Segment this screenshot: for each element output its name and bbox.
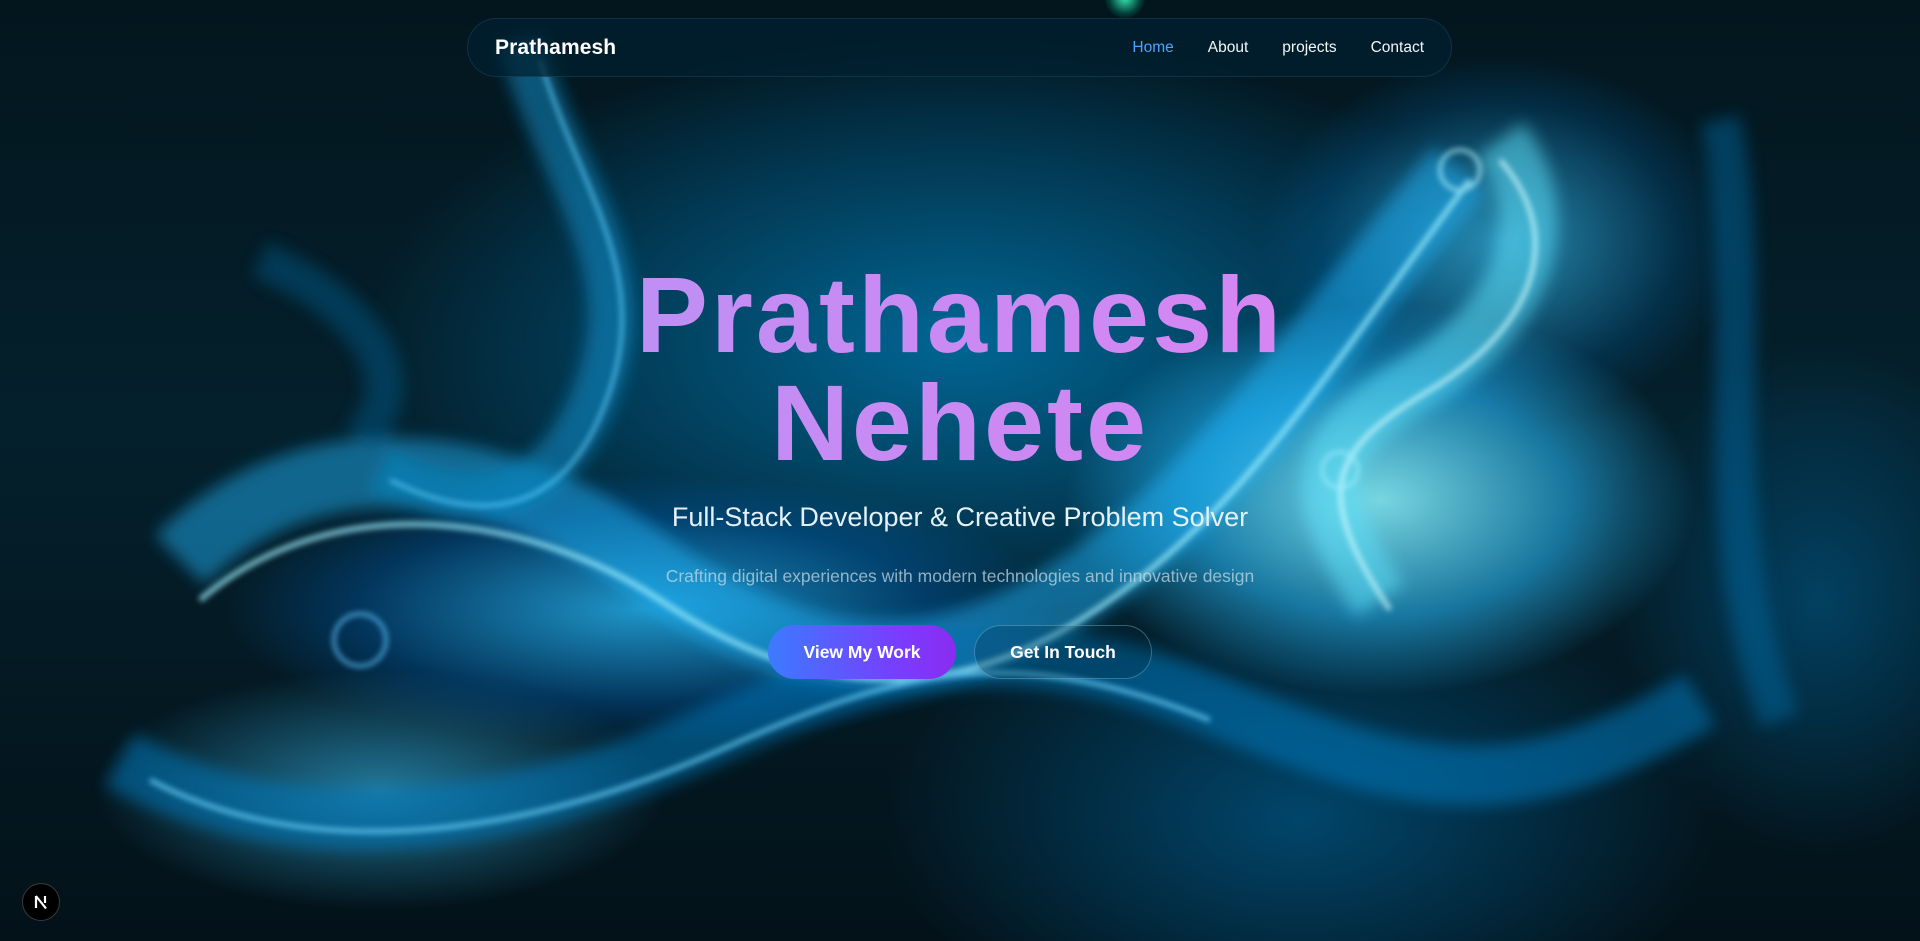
nav-links: Home About projects Contact <box>1098 39 1424 57</box>
nav-link-about[interactable]: About <box>1208 39 1249 57</box>
nav-link-contact[interactable]: Contact <box>1371 39 1424 57</box>
navbar: Prathamesh Home About projects Contact <box>467 18 1452 77</box>
nav-link-projects[interactable]: projects <box>1282 39 1336 57</box>
brand-logo-text[interactable]: Prathamesh <box>495 36 616 60</box>
hero-tagline: Crafting digital experiences with modern… <box>665 566 1255 586</box>
view-my-work-button[interactable]: View My Work <box>768 625 956 679</box>
get-in-touch-button[interactable]: Get In Touch <box>974 625 1152 679</box>
hero-name-last: Nehete <box>0 369 1920 477</box>
hero-name-first: Prathamesh <box>0 261 1920 369</box>
nextjs-dev-indicator[interactable] <box>22 883 60 921</box>
nextjs-logo-icon <box>34 895 47 910</box>
hero-subtitle: Full-Stack Developer & Creative Problem … <box>671 502 1249 532</box>
nav-link-home[interactable]: Home <box>1132 39 1173 57</box>
hero-background: Prathamesh Home About projects Contact P… <box>0 0 1920 941</box>
top-glow <box>1105 0 1145 18</box>
